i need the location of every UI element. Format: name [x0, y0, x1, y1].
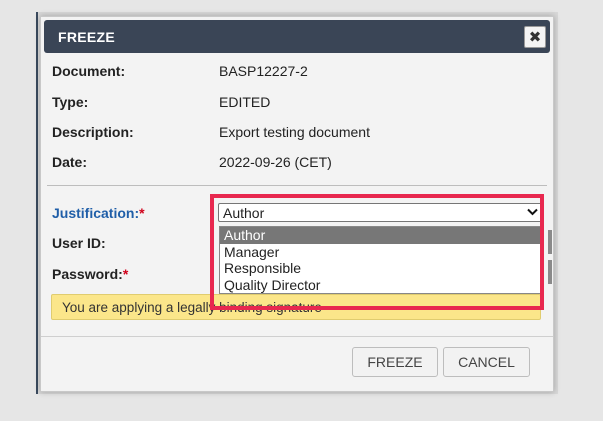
- required-mark: *: [122, 266, 129, 282]
- required-mark: *: [139, 205, 145, 221]
- description-value: Export testing document: [219, 124, 370, 140]
- chevron-down-icon: [527, 204, 538, 223]
- type-label: Type:: [52, 94, 89, 110]
- user-id-label: User ID:: [52, 235, 106, 251]
- dropdown-option-responsible[interactable]: Responsible: [220, 260, 543, 277]
- section-divider: [47, 185, 547, 186]
- password-input-edge[interactable]: [548, 260, 552, 284]
- freeze-dialog: FREEZE ✖ Document: BASP12227-2 Type: EDI…: [40, 16, 554, 392]
- dialog-titlebar: FREEZE ✖: [44, 20, 550, 53]
- dropdown-option-author[interactable]: Author: [220, 227, 543, 244]
- user-id-input-edge[interactable]: [548, 230, 552, 254]
- cancel-button[interactable]: CANCEL: [443, 347, 530, 377]
- date-value: 2022-09-26 (CET): [219, 154, 332, 170]
- close-icon: ✖: [528, 29, 542, 46]
- footer-divider: [41, 336, 553, 337]
- dialog-title: FREEZE: [58, 29, 116, 45]
- dropdown-option-manager[interactable]: Manager: [220, 244, 543, 261]
- date-label: Date:: [52, 154, 88, 170]
- freeze-button[interactable]: FREEZE: [352, 347, 438, 377]
- justification-dropdown-list: Author Manager Responsible Quality Direc…: [219, 226, 544, 294]
- description-label: Description:: [52, 124, 134, 140]
- password-label: Password:*: [52, 266, 129, 282]
- justification-selected-value: Author: [223, 205, 265, 221]
- justification-select[interactable]: Author: [218, 203, 543, 222]
- document-value: BASP12227-2: [219, 63, 308, 79]
- close-button[interactable]: ✖: [524, 26, 546, 48]
- document-label: Document:: [52, 63, 126, 79]
- dropdown-option-quality-director[interactable]: Quality Director: [220, 277, 543, 294]
- type-value: EDITED: [219, 94, 271, 110]
- justification-label: Justification:*: [52, 205, 145, 221]
- signature-warning: You are applying a legally binding signa…: [51, 294, 541, 320]
